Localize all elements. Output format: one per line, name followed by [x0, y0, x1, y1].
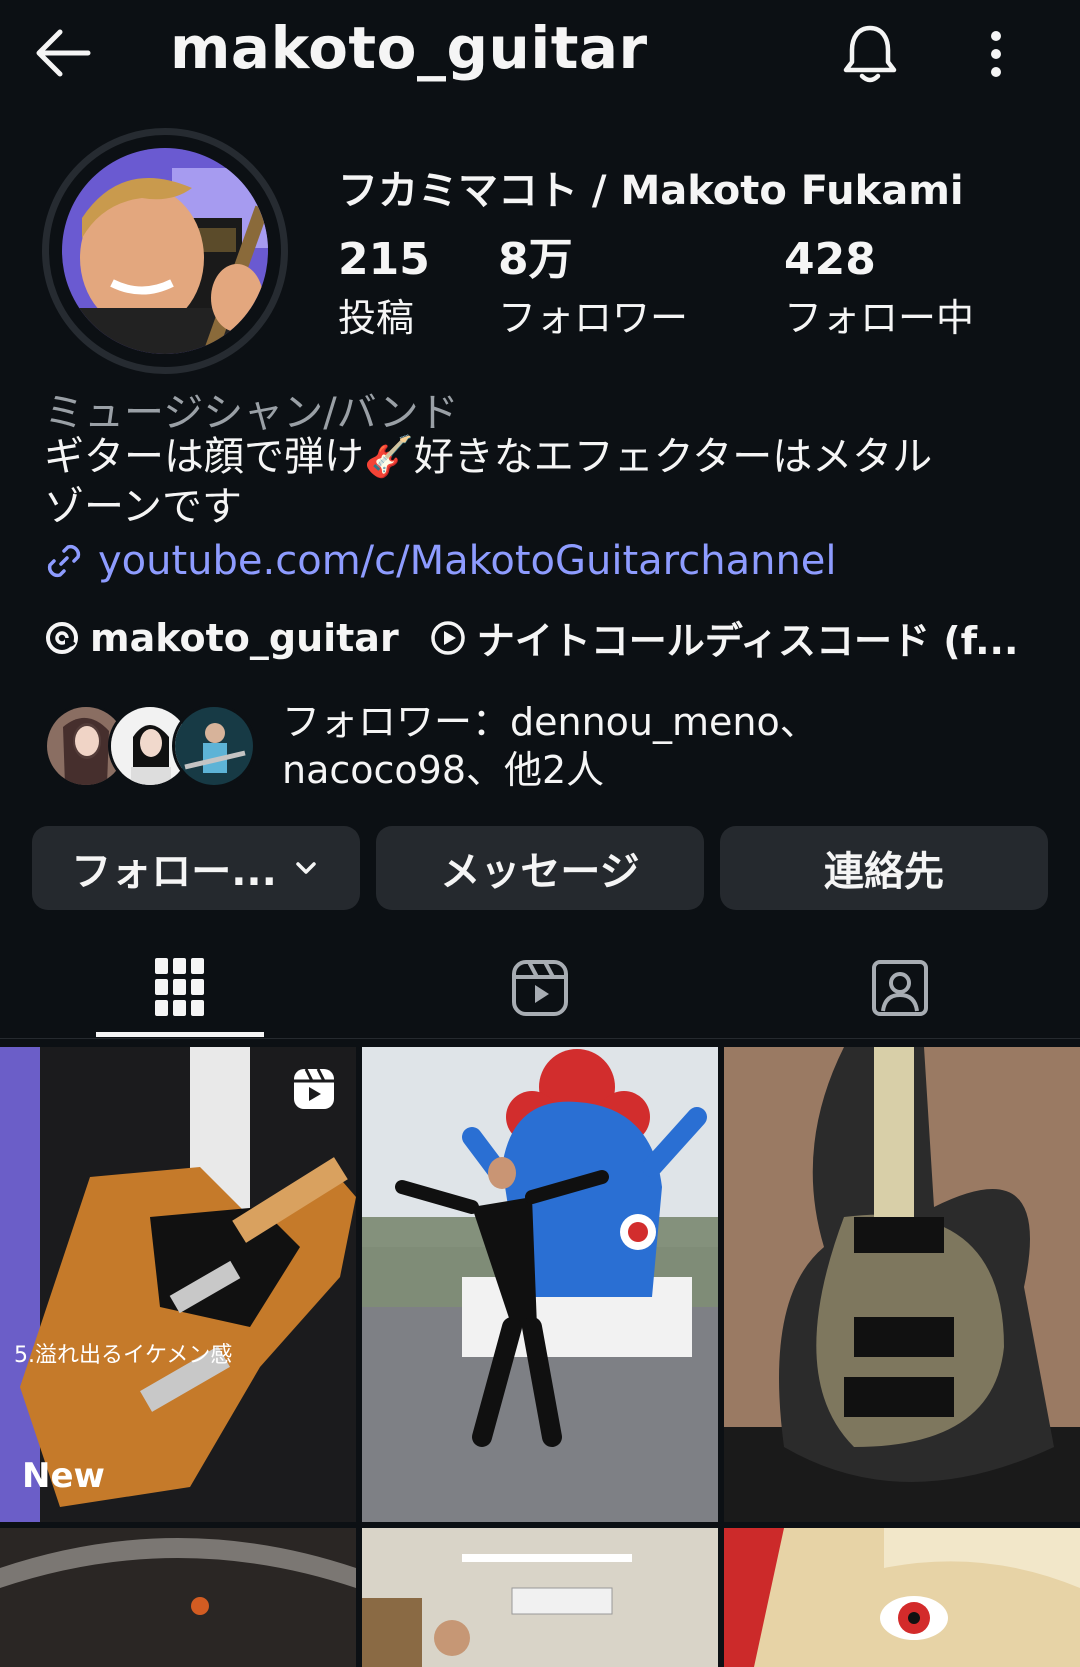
music-chip[interactable]: ナイトコールディスコード (f... — [429, 610, 1019, 665]
back-button[interactable] — [30, 18, 100, 88]
grid-icon — [155, 958, 204, 1016]
follower-avatar-3 — [172, 704, 256, 788]
followed-by-line1: フォロワー：dennou_meno、 — [282, 700, 818, 744]
grid-post-4[interactable] — [0, 1528, 356, 1667]
post-1-new-badge: New — [22, 1456, 105, 1496]
notification-button[interactable] — [840, 22, 900, 86]
tab-reels[interactable] — [360, 938, 720, 1038]
profile-chips: makoto_guitar ナイトコールディスコード (f... — [44, 610, 1048, 665]
reels-icon — [512, 960, 568, 1016]
followed-by[interactable]: フォロワー：dennou_meno、 nacoco98、他2人 — [44, 698, 818, 794]
followed-by-line2: nacoco98、他2人 — [282, 748, 605, 792]
display-name: フカミマコト / Makoto Fukami — [338, 168, 964, 214]
post-1-caption: 5.溢れ出るイケメン感 — [14, 1343, 233, 1368]
chevron-down-icon — [296, 862, 316, 874]
contact-button-label: 連絡先 — [824, 849, 944, 895]
profile-avatar[interactable] — [62, 148, 268, 354]
grid-post-6[interactable] — [724, 1528, 1080, 1667]
tab-posts-grid[interactable] — [0, 938, 360, 1038]
link-icon — [47, 544, 81, 578]
stat-posts[interactable]: 215 投稿 — [338, 234, 430, 342]
play-circle-icon — [430, 620, 465, 655]
threads-icon — [46, 621, 78, 654]
profile-link-text: youtube.com/c/MakotoGuitarchannel — [98, 538, 837, 584]
bio-text-2: 好きなエフェクターはメタル — [413, 434, 933, 480]
grid-post-2[interactable] — [362, 1047, 718, 1522]
grid-post-3[interactable] — [724, 1047, 1080, 1522]
message-button[interactable]: メッセージ — [376, 826, 704, 910]
profile-link[interactable]: youtube.com/c/MakotoGuitarchannel — [44, 538, 837, 584]
stat-following-value: 428 — [784, 234, 876, 285]
stat-posts-label: 投稿 — [338, 296, 415, 340]
more-options-button[interactable] — [978, 26, 1014, 82]
following-button-label: フォロー... — [71, 849, 277, 895]
bio-text-3: ゾーンです — [44, 484, 242, 530]
threads-handle: makoto_guitar — [90, 615, 399, 660]
stat-followers[interactable]: 8万 フォロワー — [498, 234, 688, 342]
music-chip-text: ナイトコールディスコード (f... — [476, 619, 1019, 663]
grid-post-5[interactable] — [362, 1528, 718, 1667]
stat-following[interactable]: 428 フォロー中 — [784, 234, 974, 342]
profile-category: ミュージシャン/バンド — [44, 390, 459, 436]
tagged-user-icon — [872, 960, 928, 1016]
reel-badge-icon — [294, 1068, 334, 1109]
arrow-left-icon — [36, 29, 91, 77]
stat-following-label: フォロー中 — [784, 296, 975, 340]
guitar-emoji-icon: 🎸 — [364, 434, 414, 480]
message-button-label: メッセージ — [440, 849, 640, 895]
more-vertical-icon — [991, 31, 1001, 77]
page-title: makoto_guitar — [170, 14, 648, 82]
followed-by-text: フォロワー：dennou_meno、 nacoco98、他2人 — [282, 698, 818, 794]
tab-tagged[interactable] — [720, 938, 1080, 1038]
stat-followers-label: フォロワー — [498, 296, 689, 340]
bell-icon — [843, 25, 897, 83]
profile-tabs — [0, 938, 1080, 1039]
bio-text-1: ギターは顔で弾け — [44, 434, 364, 480]
grid-post-1[interactable]: 5.溢れ出るイケメン感 New — [0, 1047, 356, 1522]
active-tab-indicator — [96, 1032, 264, 1037]
following-button[interactable]: フォロー... — [32, 826, 360, 910]
profile-bio: ギターは顔で弾け🎸好きなエフェクターはメタル ゾーンです — [44, 432, 1054, 532]
threads-chip[interactable]: makoto_guitar — [44, 616, 399, 660]
stat-posts-value: 215 — [338, 234, 430, 285]
stat-followers-value: 8万 — [498, 234, 573, 285]
contact-button[interactable]: 連絡先 — [720, 826, 1048, 910]
